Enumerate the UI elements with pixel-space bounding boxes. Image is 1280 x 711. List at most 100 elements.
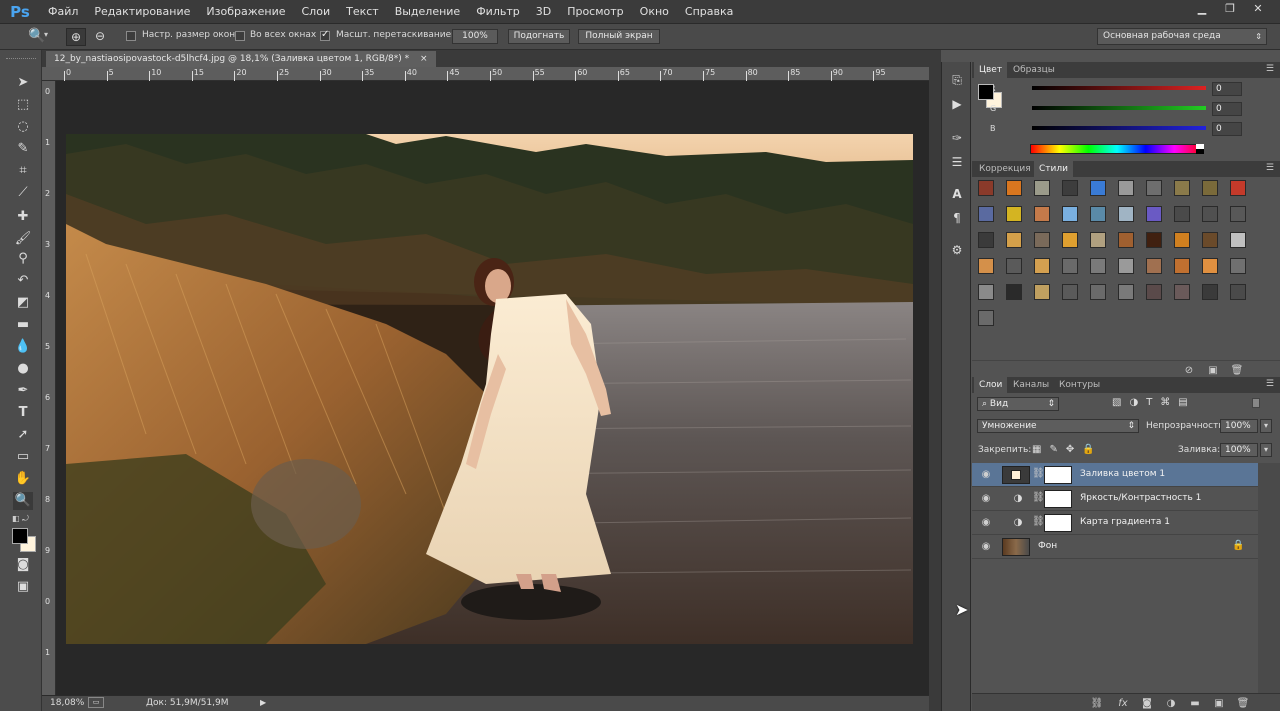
type-filter-icon[interactable]: T (1146, 397, 1160, 408)
fx-icon[interactable]: fx (1116, 698, 1130, 710)
status-menu-arrow-icon[interactable]: ▶ (260, 698, 266, 707)
zoom-tool-icon[interactable]: 🔍 (28, 28, 45, 44)
style-swatch[interactable] (1230, 284, 1246, 300)
lasso-tool-icon[interactable]: ◌ (13, 118, 33, 136)
channel-value[interactable]: 0 (1212, 102, 1242, 116)
panel-menu-icon[interactable]: ☰ (1266, 379, 1274, 389)
black-white-ramp[interactable] (1196, 144, 1204, 154)
style-swatch[interactable] (1006, 232, 1022, 248)
style-swatch[interactable] (1034, 284, 1050, 300)
marquee-tool-icon[interactable]: ⬚ (13, 96, 33, 114)
style-swatch[interactable] (1202, 232, 1218, 248)
style-swatch[interactable] (1202, 258, 1218, 274)
shape-tool-icon[interactable]: ▭ (13, 448, 33, 466)
history-brush-tool-icon[interactable]: ↶ (13, 272, 33, 290)
layers-scrollbar[interactable] (1258, 463, 1280, 693)
layer-mask-thumbnail[interactable] (1044, 466, 1072, 484)
style-swatch[interactable] (1146, 284, 1162, 300)
color-fg-swatch[interactable] (978, 84, 994, 100)
menu-item[interactable]: Фильтр (468, 0, 528, 24)
style-swatch[interactable] (1174, 180, 1190, 196)
layer-row[interactable]: ◉ ⛓ Заливка цветом 1 (972, 463, 1258, 487)
style-swatch[interactable] (1230, 206, 1246, 222)
clone-stamp-tool-icon[interactable]: ⚲ (13, 250, 33, 268)
style-swatch[interactable] (1174, 258, 1190, 274)
brush-tool-icon[interactable]: 🖌 (13, 230, 33, 248)
new-style-icon[interactable]: ▣ (1206, 365, 1220, 377)
layer-filter-select[interactable]: ⌕ Вид ⇕ (977, 397, 1059, 411)
default-colors-icon[interactable]: ◧ ⤾ (12, 514, 29, 524)
style-swatch[interactable] (978, 258, 994, 274)
menu-item[interactable]: Редактирование (86, 0, 198, 24)
hand-tool-icon[interactable]: ✋ (13, 470, 33, 488)
crop-tool-icon[interactable]: ⌗ (13, 162, 33, 180)
style-swatch[interactable] (1034, 232, 1050, 248)
tool-presets-panel-icon[interactable]: ⚙ (948, 242, 966, 258)
menu-item[interactable]: Текст (338, 0, 387, 24)
link-icon[interactable]: ⛓ (1032, 468, 1045, 479)
tab-paths[interactable]: Контуры (1054, 377, 1105, 393)
zoom-tool-icon[interactable]: 🔍 (13, 492, 33, 510)
eye-icon[interactable]: ◉ (980, 517, 992, 529)
resize-windows-checkbox[interactable] (126, 31, 136, 41)
screen-mode-icon[interactable]: ▣ (13, 578, 33, 596)
channel-slider[interactable] (1032, 126, 1206, 130)
style-swatch[interactable] (1146, 232, 1162, 248)
style-swatch[interactable] (978, 232, 994, 248)
layer-row[interactable]: ◉ ◑ ⛓ Яркость/Контрастность 1 (972, 487, 1258, 511)
tool-preset-dropdown-icon[interactable]: ▾ (44, 30, 48, 39)
style-swatch[interactable] (1090, 258, 1106, 274)
history-panel-icon[interactable]: ⎘ (948, 72, 966, 88)
menu-item[interactable]: Окно (632, 0, 677, 24)
tab-adjustments[interactable]: Коррекция (974, 161, 1036, 177)
tab-channels[interactable]: Каналы (1008, 377, 1054, 393)
menu-item[interactable]: Выделение (387, 0, 469, 24)
style-swatch[interactable] (1062, 284, 1078, 300)
style-swatch[interactable] (1090, 232, 1106, 248)
channel-value[interactable]: 0 (1212, 122, 1242, 136)
style-swatch[interactable] (1006, 180, 1022, 196)
style-swatch[interactable] (1034, 206, 1050, 222)
color-spectrum-bar[interactable] (1030, 144, 1204, 154)
style-swatch[interactable] (1174, 232, 1190, 248)
delete-layer-icon[interactable]: 🗑 (1236, 698, 1250, 710)
tab-swatches[interactable]: Образцы (1008, 62, 1060, 78)
document-image[interactable] (66, 134, 913, 644)
fill-field[interactable]: 100% (1220, 443, 1258, 457)
eye-icon[interactable]: ◉ (980, 493, 992, 505)
link-layers-icon[interactable]: ⛓ (1090, 698, 1104, 710)
layer-row[interactable]: ◉ 🔒 Фон (972, 535, 1258, 559)
new-layer-icon[interactable]: ▣ (1212, 698, 1226, 710)
style-swatch[interactable] (1090, 180, 1106, 196)
zoom-out-icon[interactable]: ⊖ (90, 28, 110, 46)
style-swatch[interactable] (1146, 206, 1162, 222)
character-panel-icon[interactable]: A (948, 186, 966, 202)
style-swatch[interactable] (1118, 284, 1134, 300)
style-swatch[interactable] (1006, 284, 1022, 300)
filter-toggle[interactable] (1252, 398, 1260, 408)
brush-panel-icon[interactable]: ✑ (948, 130, 966, 146)
style-swatch[interactable] (1034, 180, 1050, 196)
style-swatch[interactable] (1146, 258, 1162, 274)
lock-transparency-icon[interactable]: ▦ (1032, 444, 1049, 455)
lock-all-icon[interactable]: 🔒 (1082, 444, 1102, 455)
actual-pixels-button[interactable]: 100% (452, 29, 498, 44)
style-swatch[interactable] (1146, 180, 1162, 196)
tab-color[interactable]: Цвет (974, 62, 1008, 78)
layer-mask-thumbnail[interactable] (1044, 514, 1072, 532)
no-style-icon[interactable]: ⊘ (1182, 365, 1196, 377)
move-tool-icon[interactable]: ➤ (13, 74, 33, 92)
style-swatch[interactable] (1174, 206, 1190, 222)
pixel-filter-icon[interactable]: ▧ (1112, 397, 1129, 408)
close-tab-icon[interactable]: × (420, 54, 428, 64)
style-swatch[interactable] (1118, 232, 1134, 248)
document-tab[interactable]: 12_by_nastiaosipovastock-d5lhcf4.jpg @ 1… (46, 51, 436, 67)
quick-mask-icon[interactable]: ◙ (13, 556, 33, 574)
channel-slider[interactable] (1032, 106, 1206, 110)
style-swatch[interactable] (1006, 258, 1022, 274)
fill-dropdown-icon[interactable]: ▾ (1260, 443, 1272, 457)
menu-item[interactable]: Просмотр (559, 0, 631, 24)
menu-item[interactable]: Слои (294, 0, 339, 24)
opacity-field[interactable]: 100% (1220, 419, 1258, 433)
eye-icon[interactable]: ◉ (980, 469, 992, 481)
